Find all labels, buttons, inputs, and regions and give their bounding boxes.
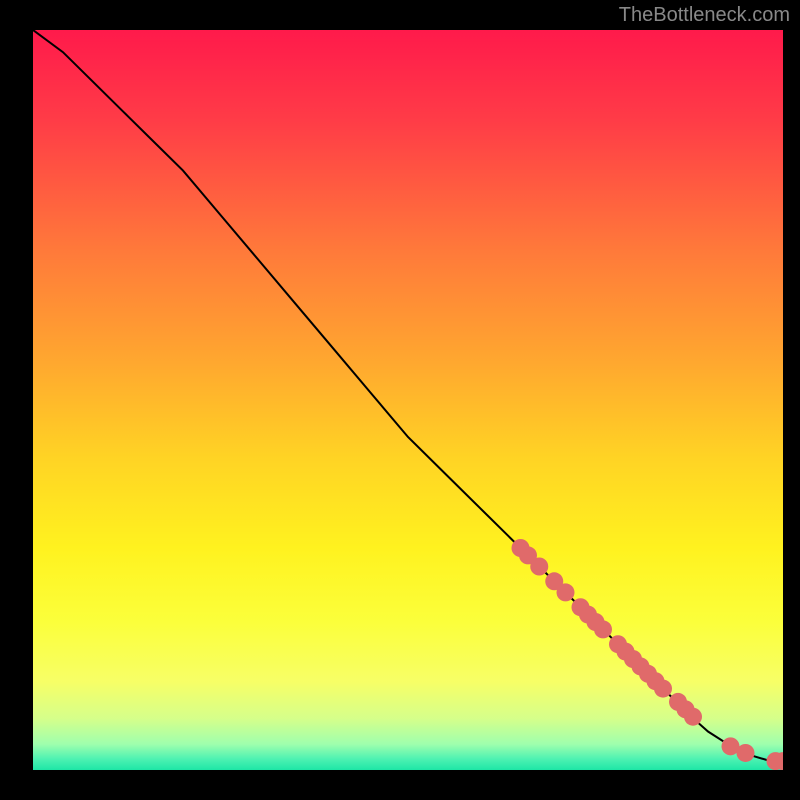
gradient-background (33, 30, 783, 770)
chart-area (33, 30, 783, 770)
data-point-marker (654, 680, 672, 698)
data-point-marker (530, 558, 548, 576)
attribution-text: TheBottleneck.com (619, 4, 790, 27)
chart-svg (33, 30, 783, 770)
data-point-marker (557, 583, 575, 601)
data-point-marker (737, 744, 755, 762)
data-point-marker (594, 620, 612, 638)
data-point-marker (684, 708, 702, 726)
